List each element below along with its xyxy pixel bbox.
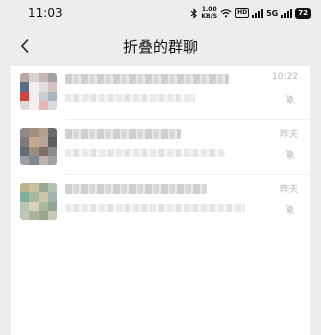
avatar-tile [20,146,30,156]
avatar-tile [20,128,30,138]
avatar-tile [29,137,39,147]
avatar-tile [47,146,57,156]
avatar-tile [38,91,48,101]
bell-off-icon [284,93,296,105]
last-message-blurred [65,204,245,212]
status-bar: 11:03 1.00 KB/S HD 5G 72 [0,0,321,26]
avatar-tile [29,146,39,156]
folded-group-chat-list: 10:22 昨天 昨天 [11,66,310,335]
avatar-tile [20,192,30,202]
divider [65,174,310,175]
bell-off-icon [284,203,296,215]
avatar-tile [47,137,57,147]
status-icons: 1.00 KB/S HD 5G 72 [190,6,311,20]
avatar-tile [47,128,57,138]
signal-icon [252,8,264,18]
avatar-tile [38,201,48,211]
avatar-tile [20,155,30,165]
chat-name-blurred [65,74,229,84]
avatar-tile [29,183,39,193]
avatar-tile [47,192,57,202]
avatar [20,183,57,220]
avatar-tile [38,137,48,147]
nav-bar: 折叠的群聊 [0,26,321,66]
bell-off-icon [284,148,296,160]
avatar-tile [20,91,30,101]
last-message-blurred [65,94,195,102]
avatar-tile [29,82,39,92]
avatar-tile [29,100,39,110]
avatar-tile [20,210,30,220]
net-speed: 1.00 KB/S [201,6,218,20]
avatar-tile [38,100,48,110]
back-button[interactable] [14,34,36,58]
avatar-tile [20,82,30,92]
avatar-tile [38,146,48,156]
avatar-tile [20,201,30,211]
network-type-label: 5G [266,8,279,18]
battery-icon: 72 [295,7,311,19]
avatar-tile [47,100,57,110]
chat-name-blurred [65,129,181,139]
chat-time: 10:22 [272,72,298,82]
avatar-tile [29,91,39,101]
avatar-tile [20,100,30,110]
avatar-tile [20,73,30,83]
page-title: 折叠的群聊 [122,37,198,56]
avatar-tile [20,137,30,147]
wifi-icon [220,9,232,18]
avatar-tile [20,183,30,193]
avatar-tile [38,82,48,92]
avatar-tile [38,155,48,165]
signal-icon-2 [281,8,293,18]
avatar-tile [38,192,48,202]
avatar-tile [47,201,57,211]
chevron-left-icon [20,38,29,54]
avatar-tile [38,210,48,220]
avatar-tile [29,73,39,83]
avatar-tile [29,210,39,220]
avatar-tile [38,73,48,83]
hd-badge: HD [235,8,250,18]
avatar-tile [47,210,57,220]
status-time: 11:03 [28,6,63,20]
bluetooth-icon [190,7,198,19]
list-item[interactable]: 10:22 [11,66,310,120]
list-item[interactable]: 昨天 [11,121,310,175]
avatar-tile [38,128,48,138]
avatar-tile [47,82,57,92]
chat-name-blurred [65,184,207,194]
avatar-tile [47,73,57,83]
avatar-tile [29,192,39,202]
avatar-tile [29,201,39,211]
chat-time: 昨天 [279,130,298,140]
chat-time: 昨天 [279,185,298,195]
last-message-blurred [65,149,225,157]
avatar-tile [47,91,57,101]
avatar [20,73,57,110]
divider [65,119,310,120]
avatar-tile [38,183,48,193]
list-item[interactable]: 昨天 [11,176,310,230]
avatar-tile [47,183,57,193]
avatar-tile [29,155,39,165]
avatar [20,128,57,165]
avatar-tile [47,155,57,165]
avatar-tile [29,128,39,138]
